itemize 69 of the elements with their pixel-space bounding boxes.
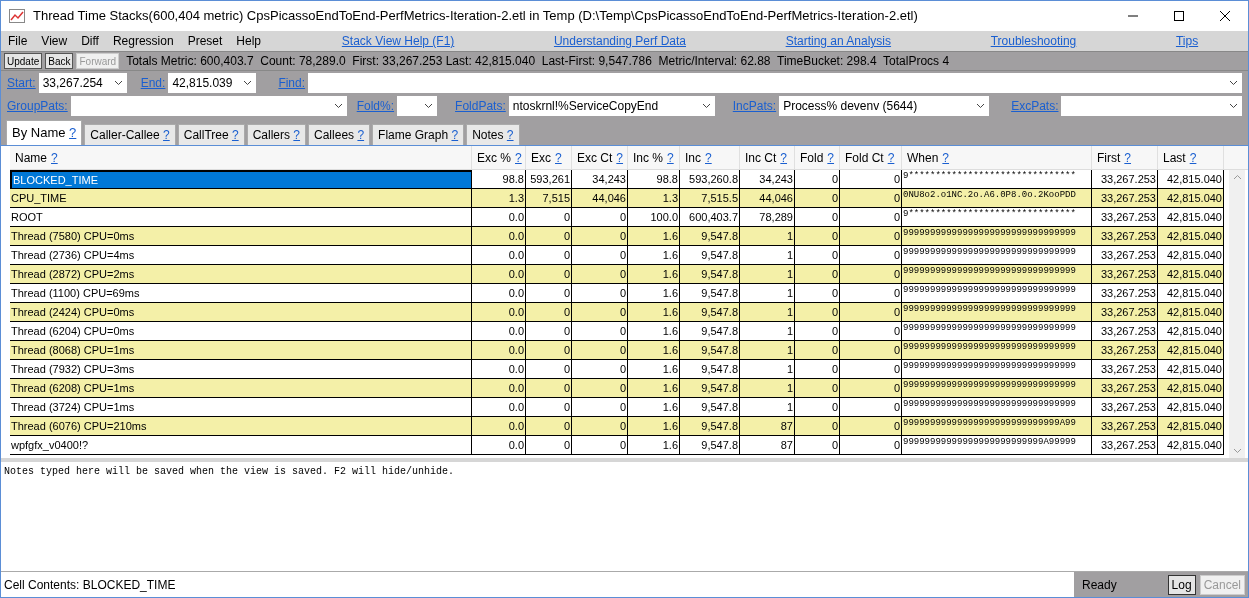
column-header[interactable]: When ?	[902, 146, 1092, 169]
chevron-down-icon	[701, 103, 711, 109]
column-header[interactable]: Fold Ct ?	[840, 146, 902, 169]
table-cell: 87	[740, 436, 795, 455]
menu-item[interactable]: File	[1, 32, 35, 50]
table-cell: 42,815.040	[1158, 436, 1224, 455]
find-combo[interactable]	[308, 72, 1242, 93]
help-link[interactable]: Stack View Help (F1)	[341, 32, 455, 50]
tab[interactable]: Callees ?	[308, 124, 371, 145]
column-header[interactable]: Last ?	[1158, 146, 1224, 169]
menu-item[interactable]: Preset	[180, 32, 230, 50]
table-cell: 99999999999999999999999999A99999	[902, 436, 1092, 455]
app-chart-icon	[9, 9, 25, 23]
help-link[interactable]: Understanding Perf Data	[553, 32, 686, 50]
window-title: Thread Time Stacks(600,404 metric) CpsPicassoEndToEnd-PerfMetrics-Iteration-2.etl in Temp (D:\Temp\CpsPicassoEndToEnd-PerfMetrics-Iteration-2.etl)	[33, 7, 919, 26]
scrollbar[interactable]	[1229, 170, 1245, 458]
table-cell: 0.0	[472, 436, 526, 455]
table-cell: 9,547.8	[680, 436, 740, 455]
start-combo[interactable]: 33,267.254	[38, 72, 127, 93]
totals-summary: Totals Metric: 600,403.7 Count: 78,289.0 First: 33,267.253 Last: 42,815.040 Last-First: 9,547.786 Metric/Interval: 62.88 TimeBucket: 298.4 TotalProcs 4	[126, 53, 950, 70]
help-link[interactable]: Tips	[1175, 32, 1199, 50]
help-link[interactable]: Starting an Analysis	[785, 32, 892, 50]
chevron-down-icon	[424, 103, 434, 109]
name-cell: BLOCKED_TIME	[10, 170, 472, 189]
tab[interactable]: By Name ?	[6, 120, 83, 145]
toolbar-button[interactable]: Update	[4, 53, 43, 69]
help-link[interactable]: Troubleshooting	[990, 32, 1077, 50]
table-cell: 1.6	[628, 436, 680, 455]
chevron-down-icon	[1229, 79, 1238, 86]
tab[interactable]: Callers ?	[246, 124, 307, 145]
chevron-down-icon	[1229, 103, 1238, 109]
column-header[interactable]: Inc % ?	[628, 146, 680, 169]
column-header[interactable]: Name ?	[10, 146, 472, 169]
status-button[interactable]: Log	[1167, 574, 1196, 595]
column-header[interactable]: Exc Ct ?	[572, 146, 628, 169]
column-header[interactable]: First ?	[1092, 146, 1158, 169]
table-cell: 0	[840, 436, 902, 455]
tab[interactable]: Notes ?	[466, 124, 520, 145]
status-text: Ready	[1082, 576, 1118, 594]
column-header[interactable]: Inc Ct ?	[740, 146, 795, 169]
column-header[interactable]: Exc ?	[526, 146, 572, 169]
chevron-down-icon	[113, 79, 123, 86]
chevron-down-icon	[243, 79, 253, 86]
column-header[interactable]: Fold ?	[795, 146, 840, 169]
table-cell: 0	[572, 436, 628, 455]
table-cell: 0	[526, 436, 572, 455]
tab[interactable]: Caller-Callee ?	[84, 124, 176, 145]
tab[interactable]: CallTree ?	[177, 124, 245, 145]
toolbar-button[interactable]: Back	[45, 53, 74, 69]
menu-item[interactable]: Regression	[105, 32, 181, 50]
menu-item[interactable]: Help	[229, 32, 268, 50]
menu-item[interactable]: Diff	[74, 32, 106, 50]
inc-pats-combo[interactable]: Process% devenv (5644)	[779, 96, 990, 116]
tab[interactable]: Flame Graph ?	[372, 124, 465, 145]
fold-percent-combo[interactable]	[397, 96, 438, 116]
table-cell: 0	[795, 436, 840, 455]
chevron-down-icon[interactable]	[1232, 448, 1242, 454]
cell-contents-text: Cell Contents: BLOCKED_TIME	[3, 576, 177, 594]
chevron-down-icon	[333, 103, 343, 109]
chevron-down-icon	[976, 103, 986, 109]
table-cell: 33,267.253	[1092, 436, 1158, 455]
menu-item[interactable]: View	[34, 32, 75, 50]
column-header[interactable]: Inc ?	[680, 146, 740, 169]
column-header[interactable]: Exc % ?	[472, 146, 526, 169]
end-combo[interactable]: 42,815.039	[168, 72, 257, 93]
notes-text[interactable]: Notes typed here will be saved when the view is saved. F2 will hide/unhide.	[4, 464, 1245, 479]
chevron-up-icon[interactable]	[1232, 174, 1242, 180]
fold-pats-combo[interactable]: ntoskrnl!%ServiceCopyEnd	[508, 96, 715, 116]
name-cell: wpfgfx_v0400!?	[10, 436, 472, 455]
